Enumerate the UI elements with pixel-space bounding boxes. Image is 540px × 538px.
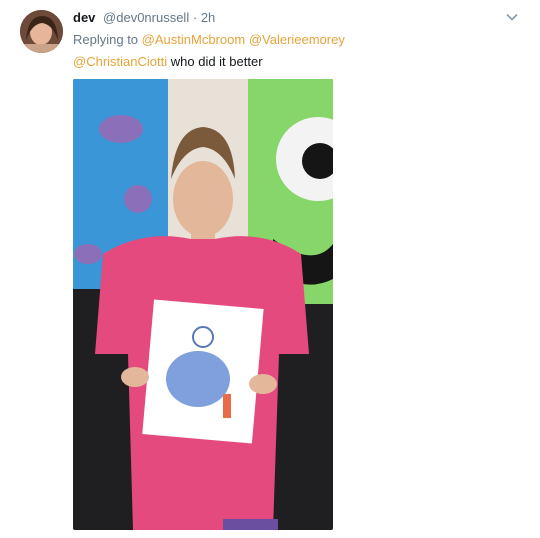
replying-label: Replying to	[73, 32, 139, 47]
timestamp[interactable]: 2h	[201, 10, 215, 25]
tweet-text: who did it better	[170, 54, 263, 69]
mention-link[interactable]: @AustinMcbroom	[142, 32, 246, 47]
handle[interactable]: @dev0nrussell	[103, 10, 189, 25]
replying-to: Replying to @AustinMcbroom @Valerieemore…	[73, 32, 345, 47]
avatar[interactable]	[20, 10, 63, 53]
separator: ·	[192, 10, 198, 25]
display-name[interactable]: dev	[73, 10, 95, 25]
tweet-header: dev @dev0nrussell · 2h	[73, 10, 215, 25]
photo-illustration	[73, 79, 333, 530]
tweet-photo[interactable]	[73, 79, 333, 530]
chevron-down-icon[interactable]	[505, 10, 519, 24]
mention-link[interactable]: @Valerieemorey	[249, 32, 345, 47]
mention-link[interactable]: @ChristianCiotti	[73, 54, 167, 69]
tweet-text-line: @ChristianCiotti who did it better	[73, 54, 263, 69]
